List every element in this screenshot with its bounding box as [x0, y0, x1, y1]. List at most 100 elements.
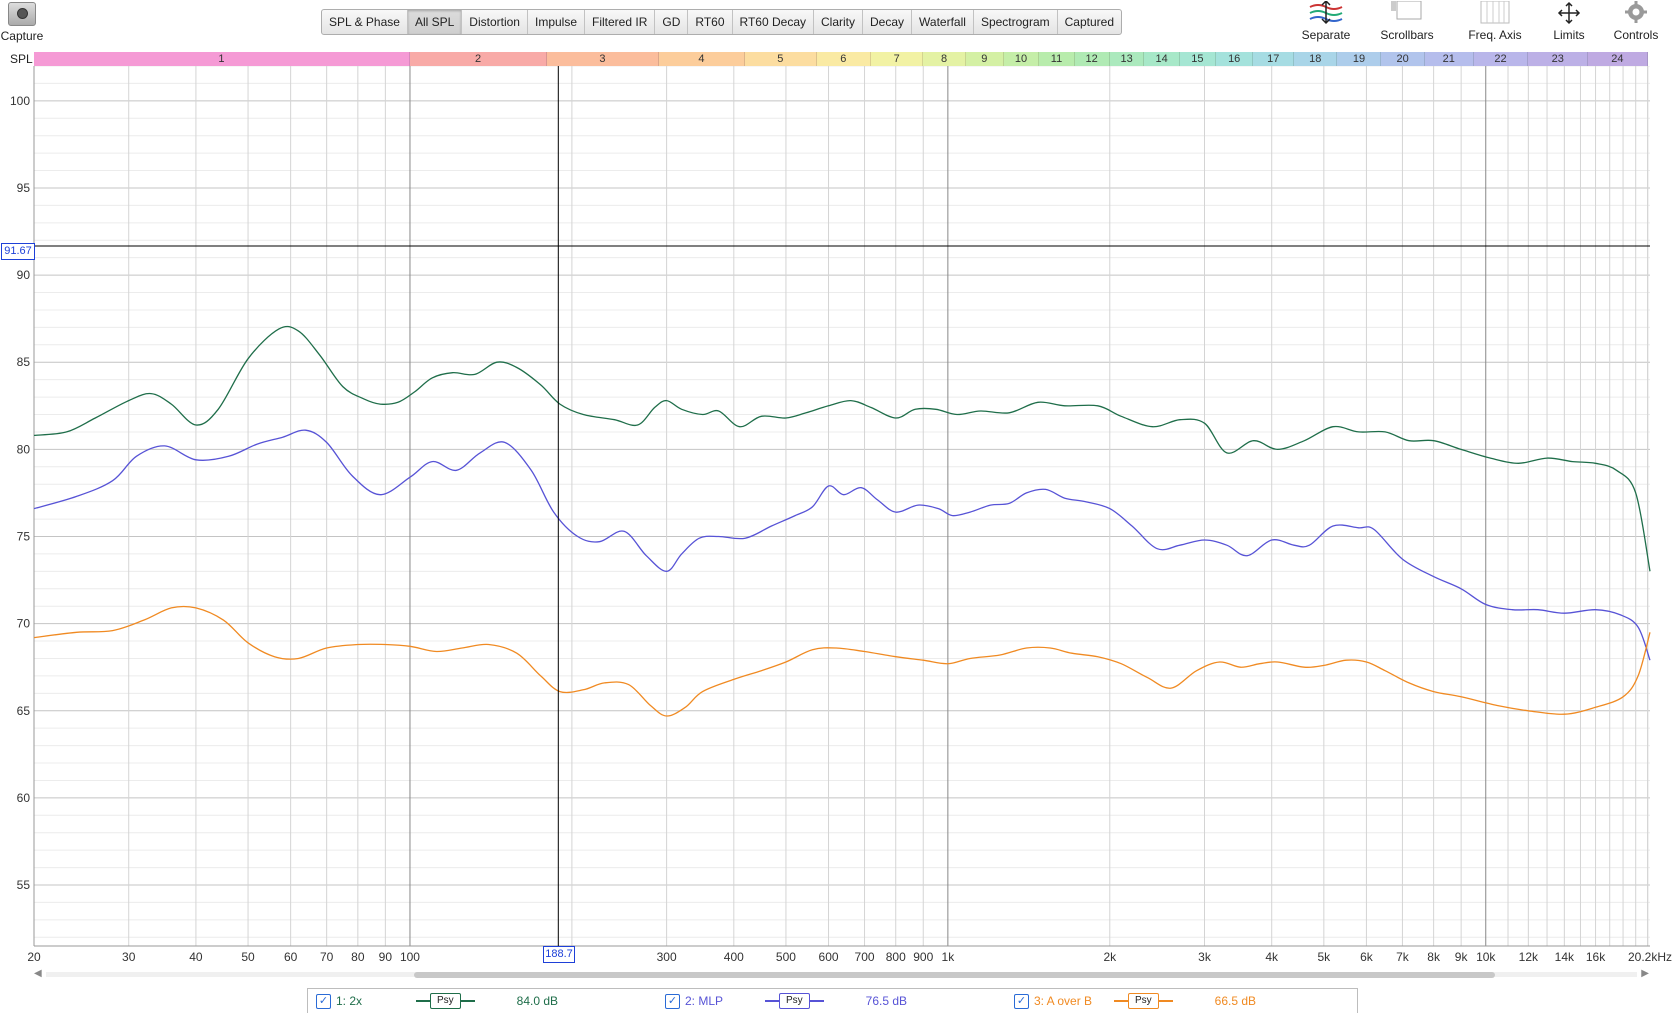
x-tick-label: 40	[189, 950, 203, 964]
band-10: 10	[1003, 52, 1040, 66]
x-tick-label: 20.2kHz	[1628, 950, 1672, 964]
band-20: 20	[1381, 52, 1425, 66]
separate-icon	[1293, 0, 1359, 26]
psy-smoothing-button[interactable]: Psy	[1114, 993, 1173, 1009]
scrollbars-icon	[1367, 0, 1447, 26]
band-16: 16	[1215, 52, 1254, 66]
x-tick-label: 4k	[1265, 950, 1279, 964]
scroll-left-icon[interactable]: ◀	[34, 968, 42, 979]
tab-decay[interactable]: Decay	[863, 10, 913, 34]
spl-graph[interactable]: 55 60 65 70 75 80 85 90 95 100 20 30 40 50 60 70 80 90 100…	[0, 66, 1673, 966]
band-strip-label: SPL	[10, 52, 33, 66]
scrollbars-button[interactable]: Scrollbars	[1363, 0, 1451, 46]
psy-label: Psy	[1128, 993, 1159, 1009]
band-13: 13	[1109, 52, 1145, 66]
tab-rt60-decay[interactable]: RT60 Decay	[733, 10, 814, 34]
psy-smoothing-button[interactable]: Psy	[765, 993, 824, 1009]
x-tick-label: 70	[320, 950, 334, 964]
x-tick-label: 12k	[1519, 950, 1539, 964]
cursor-y-readout: 91.67	[1, 243, 35, 260]
tab-gd[interactable]: GD	[655, 10, 689, 34]
legend-series-name: 3: A over B	[1034, 994, 1093, 1008]
legend-line-swatch	[1158, 1000, 1173, 1002]
legend-item: ✓ 2: MLP Psy 76.5 dB	[657, 989, 1006, 1013]
band-3: 3	[547, 52, 659, 66]
band-23: 23	[1528, 52, 1589, 66]
band-14: 14	[1144, 52, 1180, 66]
tab-spectrogram[interactable]: Spectrogram	[974, 10, 1058, 34]
tab-waterfall[interactable]: Waterfall	[912, 10, 974, 34]
limits-icon	[1543, 0, 1595, 26]
x-tick-label: 800	[886, 950, 906, 964]
checkbox-checked-icon[interactable]: ✓	[665, 993, 680, 1009]
x-tick-label: 1k	[942, 950, 956, 964]
psy-label: Psy	[779, 993, 810, 1009]
x-tick-label: 90	[379, 950, 393, 964]
x-tick-label: 900	[913, 950, 933, 964]
band-1: 1	[34, 52, 410, 66]
x-tick-label: 30	[122, 950, 136, 964]
separate-button[interactable]: Separate	[1289, 0, 1363, 46]
tab-spl-phase[interactable]: SPL & Phase	[322, 10, 408, 34]
horizontal-scrollbar[interactable]: ◀ ▶	[34, 968, 1649, 980]
band-15: 15	[1179, 52, 1216, 66]
x-tick-label: 300	[657, 950, 677, 964]
band-6: 6	[816, 52, 872, 66]
tab-captured[interactable]: Captured	[1058, 10, 1121, 34]
x-tick-label: 50	[241, 950, 255, 964]
x-tick-label: 600	[819, 950, 839, 964]
psy-label: Psy	[430, 993, 461, 1009]
tab-clarity[interactable]: Clarity	[814, 10, 864, 34]
tab-distortion[interactable]: Distortion	[462, 10, 528, 34]
tab-all-spl[interactable]: All SPL	[407, 10, 463, 34]
band-12: 12	[1074, 52, 1110, 66]
gear-icon	[1603, 0, 1669, 26]
legend-line-swatch	[460, 1000, 475, 1002]
y-tick-label: 80	[17, 442, 31, 456]
capture-label: Capture	[0, 29, 44, 43]
gear-button[interactable]: Controls	[1599, 0, 1673, 46]
measurement-legend: ✓ 1: 2x Psy 84.0 dB ✓ 2: MLP Psy 76.5 dB ✓ 3: A o…	[307, 988, 1358, 1013]
y-tick-label: 85	[17, 355, 31, 369]
band-strip: SPL 1 2 3 4 5 6 7 8 9 10 11 12 13 14 15 16 17 18 19 20 21 22 2…	[0, 52, 1648, 66]
x-tick-label: 20	[27, 950, 41, 964]
capture-button[interactable]: Capture	[0, 0, 44, 44]
freq-axis-icon	[1455, 0, 1535, 26]
y-tick-label: 55	[17, 878, 31, 892]
tab-impulse[interactable]: Impulse	[528, 10, 586, 34]
camera-icon	[8, 2, 36, 26]
x-tick-label: 10k	[1476, 950, 1496, 964]
legend-series-name: 1: 2x	[336, 994, 363, 1008]
x-tick-label: 60	[284, 950, 298, 964]
tool-label: Freq. Axis	[1468, 28, 1522, 42]
y-tick-label: 100	[10, 94, 30, 108]
checkbox-checked-icon[interactable]: ✓	[1014, 993, 1029, 1009]
x-tick-label: 3k	[1198, 950, 1212, 964]
x-tick-label: 5k	[1317, 950, 1331, 964]
band-21: 21	[1424, 52, 1474, 66]
legend-series-name: 2: MLP	[685, 994, 724, 1008]
checkbox-checked-icon[interactable]: ✓	[316, 993, 331, 1009]
y-tick-label: 60	[17, 791, 31, 805]
legend-level-value: 84.0 dB	[516, 994, 559, 1008]
legend-item: ✓ 3: A over B Psy 66.5 dB	[1006, 989, 1355, 1013]
scroll-thumb[interactable]	[414, 972, 1495, 978]
x-tick-label: 400	[724, 950, 744, 964]
psy-smoothing-button[interactable]: Psy	[416, 993, 475, 1009]
scroll-right-icon[interactable]: ▶	[1641, 968, 1649, 979]
band-5: 5	[745, 52, 817, 66]
tool-label: Separate	[1301, 28, 1351, 42]
limits-button[interactable]: Limits	[1539, 0, 1599, 46]
x-tick-label: 700	[855, 950, 875, 964]
band-11: 11	[1039, 52, 1075, 66]
legend-level-value: 66.5 dB	[1214, 994, 1257, 1008]
band-19: 19	[1337, 52, 1382, 66]
x-tick-label: 7k	[1396, 950, 1410, 964]
x-tick-label: 14k	[1555, 950, 1575, 964]
freq-axis-button[interactable]: Freq. Axis	[1451, 0, 1539, 46]
tab-filtered-ir[interactable]: Filtered IR	[585, 10, 656, 34]
legend-line-swatch	[765, 1000, 779, 1002]
tab-rt60[interactable]: RT60	[688, 10, 733, 34]
legend-item: ✓ 1: 2x Psy 84.0 dB	[308, 989, 657, 1013]
legend-line-swatch	[1114, 1000, 1128, 1002]
